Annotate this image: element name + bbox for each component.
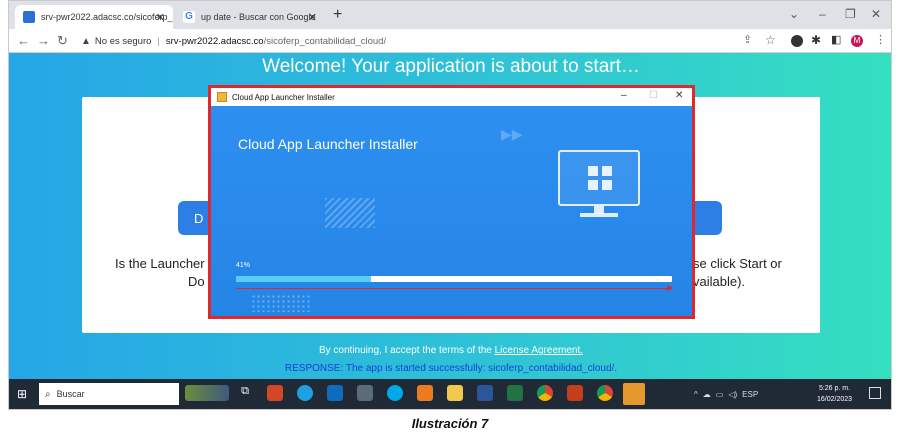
extensions-puzzle-icon[interactable]: ✱	[811, 33, 821, 47]
app-tile	[602, 180, 612, 190]
tab-search-icon[interactable]: ⌄	[789, 7, 799, 21]
reload-icon[interactable]: ↻	[57, 33, 68, 49]
search-placeholder: Buscar	[56, 389, 85, 399]
question-text-right-1: se click Start or	[693, 256, 782, 271]
windows-start-icon[interactable]: ⊞	[17, 387, 31, 401]
task-view-icon[interactable]: ⧉	[237, 385, 253, 401]
url-domain: srv-pwr2022.adacsc.co	[165, 35, 264, 47]
extension-icon[interactable]	[791, 35, 803, 47]
license-agreement-link[interactable]: License Agreement.	[495, 345, 583, 356]
forward-icon[interactable]: →	[37, 33, 50, 48]
onedrive-icon[interactable]: ☁	[703, 390, 711, 399]
progress-bar	[236, 276, 672, 282]
separator: |	[157, 35, 160, 47]
tray-chevron-icon[interactable]: ^	[694, 390, 698, 399]
installer-titlebar[interactable]: Cloud App Launcher Installer – ☐ ✕	[211, 88, 692, 106]
outlook-icon[interactable]	[327, 385, 343, 401]
clock-time: 5:26 p. m.	[818, 385, 851, 392]
maximize-icon: ☐	[649, 90, 658, 101]
network-icon[interactable]: ▭	[716, 390, 724, 399]
word-icon[interactable]	[477, 385, 493, 401]
system-tray: ^ ☁ ▭ ◁) ESP	[694, 379, 763, 409]
installer-dialog[interactable]: Cloud App Launcher Installer – ☐ ✕ ▶▶ Cl…	[208, 85, 695, 319]
url-path: /sicoferp_contabilidad_cloud/	[263, 35, 387, 47]
response-status: RESPONSE: The app is started successfull…	[284, 363, 618, 374]
figure-caption: Ilustración 7	[411, 416, 489, 431]
excel-icon[interactable]	[507, 385, 523, 401]
language-indicator[interactable]: ESP	[742, 390, 758, 399]
installer-window-title: Cloud App Launcher Installer	[232, 92, 335, 102]
back-icon[interactable]: ←	[17, 33, 30, 48]
weather-widget-icon[interactable]	[185, 385, 229, 401]
browser-toolbar: ← → ↻ ▲ No es seguro | srv-pwr2022.adacs…	[9, 29, 891, 53]
minimize-icon[interactable]: –	[621, 90, 627, 101]
edge-icon[interactable]	[297, 385, 313, 401]
minimize-icon[interactable]: –	[819, 7, 826, 21]
restore-icon[interactable]: ❐	[845, 7, 856, 21]
close-icon[interactable]: ✕	[675, 90, 683, 101]
browser-tab-strip: srv-pwr2022.adacsc.co/sicoferp_ ✕ G up d…	[9, 1, 891, 29]
tab-label: srv-pwr2022.adacsc.co/sicoferp_	[41, 12, 173, 22]
taskbar-search[interactable]: ⌕ Buscar	[39, 383, 179, 405]
decorative-arrow-icon: ▶▶	[501, 126, 523, 142]
chrome-profile-icon[interactable]	[597, 385, 613, 401]
tab-google-search[interactable]: G up date - Buscar con Google ✕	[175, 5, 325, 29]
launcher-taskbar-icon[interactable]	[623, 383, 645, 405]
app-tile	[588, 180, 598, 190]
screenshot-frame: srv-pwr2022.adacsc.co/sicoferp_ ✕ G up d…	[8, 0, 892, 410]
close-window-icon[interactable]: ✕	[871, 7, 881, 21]
monitor-base	[580, 213, 618, 217]
windows-taskbar: ⊞ ⌕ Buscar ⧉ ^ ☁ ▭ ◁) ESP 5:26 p. m. 16/…	[9, 379, 891, 409]
powerpoint-icon[interactable]	[267, 385, 283, 401]
close-tab-icon[interactable]: ✕	[308, 11, 317, 24]
app-tile	[602, 166, 612, 176]
warning-icon[interactable]: ▲	[81, 36, 91, 47]
app-tile	[588, 166, 598, 176]
volume-icon[interactable]: ◁)	[728, 390, 737, 399]
monitor-screen	[558, 150, 640, 206]
file-explorer-icon[interactable]	[447, 385, 463, 401]
security-label: No es seguro	[94, 35, 152, 47]
question-text-left-1: Is the Launcher	[115, 256, 205, 271]
chrome-icon[interactable]	[537, 385, 553, 401]
annotation-arrow-icon: ▶	[667, 283, 674, 292]
terms-text: By continuing, I accept the terms of the…	[9, 345, 891, 356]
side-panel-icon[interactable]: ◧	[831, 33, 841, 46]
terms-prefix: By continuing, I accept the terms of the	[318, 345, 492, 356]
close-tab-icon[interactable]: ✕	[156, 11, 165, 24]
google-favicon-icon: G	[183, 11, 195, 23]
progress-fill	[236, 276, 372, 282]
installer-body: ▶▶ Cloud App Launcher Installer 41% ▶	[211, 106, 692, 316]
tab-label: up date - Buscar con Google	[201, 12, 316, 22]
installer-heading: Cloud App Launcher Installer	[238, 136, 418, 152]
bookmark-star-icon[interactable]: ☆	[765, 33, 776, 47]
tab-sicoferp[interactable]: srv-pwr2022.adacsc.co/sicoferp_ ✕	[15, 5, 173, 29]
clock-date: 16/02/2023	[817, 396, 853, 403]
page-title: Welcome! Your application is about to st…	[262, 56, 640, 77]
taskbar-clock[interactable]: 5:26 p. m. 16/02/2023	[817, 383, 852, 405]
powerpoint-icon[interactable]	[567, 385, 583, 401]
site-favicon-icon	[23, 11, 35, 23]
notification-icon[interactable]	[869, 387, 881, 399]
installer-app-icon	[217, 92, 227, 102]
question-text-right-2: vailable).	[693, 274, 746, 289]
skype-icon[interactable]	[387, 385, 403, 401]
profile-avatar[interactable]: M	[851, 35, 863, 47]
annotation-line	[236, 288, 672, 289]
search-icon: ⌕	[45, 388, 51, 400]
address-bar[interactable]: ▲ No es seguro | srv-pwr2022.adacsc.co /…	[81, 32, 681, 50]
share-icon[interactable]: ⇪	[743, 33, 752, 46]
menu-kebab-icon[interactable]: ⋮	[875, 33, 886, 46]
decorative-hatch	[325, 198, 375, 228]
office-icon[interactable]	[417, 385, 433, 401]
decorative-dots	[251, 294, 311, 312]
new-tab-button[interactable]: +	[333, 6, 342, 24]
monitor-icon	[558, 150, 640, 220]
calculator-icon[interactable]	[357, 385, 373, 401]
question-text-left-2: Do	[188, 274, 205, 289]
progress-percent: 41%	[236, 262, 251, 269]
